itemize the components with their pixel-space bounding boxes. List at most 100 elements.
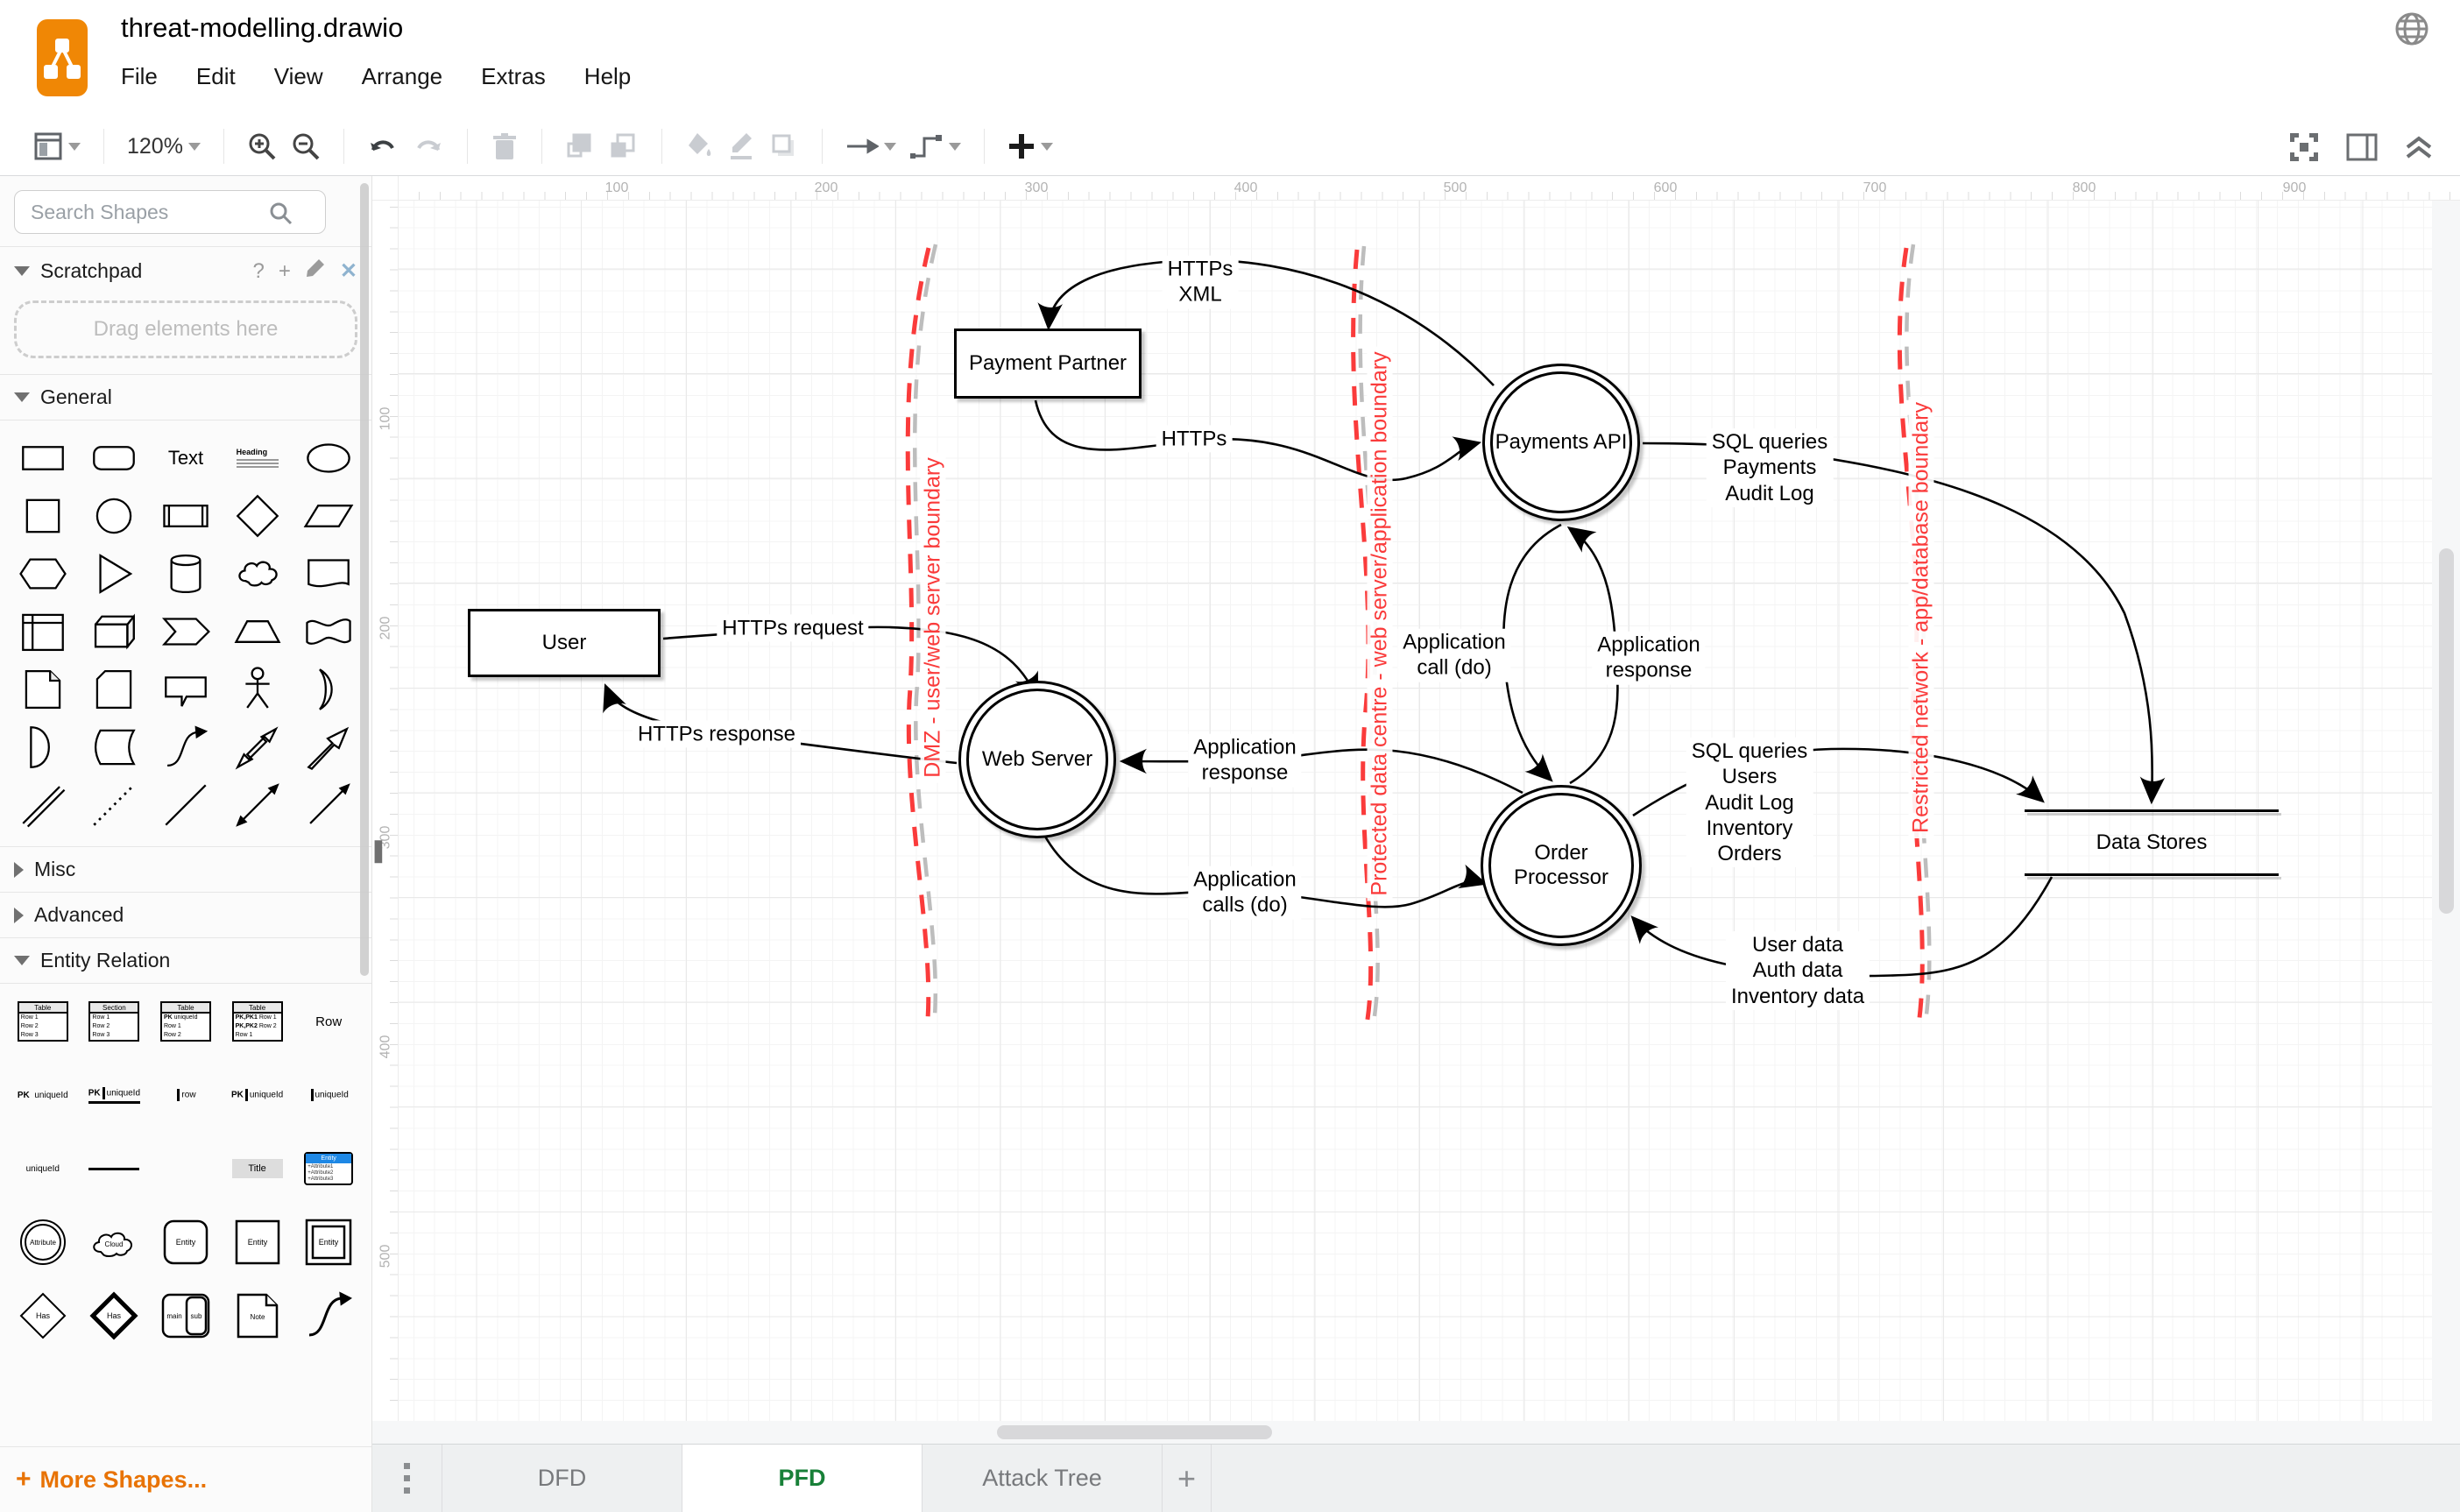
node-payments-api[interactable]: Payments API [1482,364,1640,521]
page-view-icon[interactable] [33,131,81,161]
shape-text[interactable]: Text [150,429,222,487]
scratchpad-header[interactable]: Scratchpad ? + ✕ [0,246,371,295]
node-payment-partner[interactable]: Payment Partner [954,329,1142,399]
shape-er-uniqueid[interactable]: uniqueId [7,1141,79,1196]
shape-er-has[interactable]: Has [7,1289,79,1343]
redo-icon[interactable] [413,132,444,160]
shape-er-entity-rounded[interactable]: Entity [150,1215,222,1269]
tab-dfd[interactable]: DFD [442,1445,682,1512]
shape-note[interactable] [7,661,79,718]
zoom-level-dropdown[interactable]: 120% [127,134,201,159]
shape-er-entity-list[interactable]: Entity+Attribute1+Attribute2+Attribute3 [293,1141,364,1196]
shape-er-has-bold[interactable]: Has [79,1289,151,1343]
scratchpad-add-icon[interactable]: + [279,259,291,284]
edge-label-sql-payments[interactable]: SQL queries Payments Audit Log [1707,428,1834,507]
shape-parallelogram[interactable] [293,487,364,545]
insert-icon[interactable] [1007,132,1053,160]
boundary-label-restricted[interactable]: Restricted network - app/database bounda… [1909,397,1934,838]
shape-er-table-pk[interactable]: TablePK uniqueIdRow 1Row 2 [150,994,222,1049]
sidebar-collapse-handle[interactable]: ❚ [369,835,378,865]
shape-er-entity-square[interactable]: Entity [222,1215,293,1269]
shape-hexagon[interactable] [7,545,79,603]
shape-er-pk-uniqueid[interactable]: PK uniqueId [7,1068,79,1122]
shape-directional-connector[interactable] [293,776,364,834]
format-panel-icon[interactable] [2346,133,2378,161]
shape-er-main-sub[interactable]: mainsub [150,1289,222,1343]
delete-icon[interactable] [491,131,519,161]
edge-application-call-do[interactable] [1503,525,1561,779]
shape-er-title[interactable]: Title [222,1141,293,1196]
horizontal-scrollbar[interactable] [372,1421,2460,1444]
shape-er-entity-double[interactable]: Entity [293,1215,364,1269]
menu-view[interactable]: View [274,63,323,90]
menu-help[interactable]: Help [584,63,631,90]
tab-attack-tree[interactable]: Attack Tree [922,1445,1163,1512]
boundary-label-protected[interactable]: Protected data centre - web server/appli… [1368,346,1393,901]
shape-tape[interactable] [293,603,364,661]
shape-process[interactable] [150,487,222,545]
shape-er-note[interactable]: Note [222,1289,293,1343]
edge-label-user-data[interactable]: User data Auth data Inventory data [1726,931,1870,1010]
node-user[interactable]: User [468,609,661,677]
shape-data-storage[interactable] [79,718,151,776]
shape-square[interactable] [7,487,79,545]
shape-rectangle[interactable] [7,429,79,487]
shape-cloud[interactable] [222,545,293,603]
shape-ellipse[interactable] [293,429,364,487]
shape-dotted-line[interactable] [79,776,151,834]
shape-er-section[interactable]: SectionRow 1Row 2Row 3 [79,994,151,1049]
zoom-in-icon[interactable] [247,131,277,161]
shape-rounded-rectangle[interactable] [79,429,151,487]
section-misc[interactable]: Misc [0,846,371,892]
menu-edit[interactable]: Edit [196,63,236,90]
scratchpad-close-icon[interactable]: ✕ [340,258,357,284]
shape-curve[interactable] [150,718,222,776]
scratchpad-dropzone[interactable]: Drag elements here [14,300,357,358]
edge-label-application-response-2[interactable]: Application response [1592,632,1705,685]
shape-step[interactable] [150,603,222,661]
edge-label-application-call[interactable]: Application call (do) [1397,629,1510,682]
vertical-scrollbar[interactable] [2432,201,2460,1421]
connection-style-icon[interactable] [845,135,896,158]
menu-extras[interactable]: Extras [481,63,546,90]
to-back-icon[interactable] [609,131,639,161]
shape-bidirectional-connector[interactable] [222,776,293,834]
shape-bidirectional-arrow[interactable] [222,718,293,776]
menu-file[interactable]: File [121,63,158,90]
pages-menu-button[interactable] [372,1445,442,1512]
sidebar-scrollbar[interactable] [360,183,369,976]
edge-https[interactable] [1036,400,1477,480]
horizontal-scrollbar-thumb[interactable] [997,1425,1272,1439]
shape-link[interactable] [7,776,79,834]
shape-diamond[interactable] [222,487,293,545]
shape-er-pk-uniqueid-bar[interactable]: PKuniqueId [222,1068,293,1122]
section-general[interactable]: General [0,374,371,420]
more-shapes-button[interactable]: + More Shapes... [0,1446,371,1512]
shape-callout[interactable] [150,661,222,718]
menu-arrange[interactable]: Arrange [362,63,443,90]
shape-card[interactable] [79,661,151,718]
shape-triangle[interactable] [79,545,151,603]
node-order-processor[interactable]: Order Processor [1481,785,1642,946]
edge-label-sql-users[interactable]: SQL queries Users Audit Log Inventory Or… [1686,738,1813,867]
shape-line[interactable] [150,776,222,834]
add-page-button[interactable]: + [1163,1445,1212,1512]
fullscreen-icon[interactable] [2288,131,2320,163]
line-color-icon[interactable] [727,131,755,161]
globe-icon[interactable] [2393,11,2430,47]
tab-pfd[interactable]: PFD [682,1445,922,1512]
shape-er-row[interactable]: Row [293,994,364,1049]
section-entity-relation[interactable]: Entity Relation [0,937,371,983]
search-icon[interactable] [268,201,293,230]
shape-textbox[interactable]: Heading [222,429,293,487]
shape-arrow[interactable] [293,718,364,776]
shape-er-pk-uniqueid-divided[interactable]: PKuniqueId [79,1068,151,1122]
waypoints-icon[interactable] [910,131,961,161]
boundary-label-dmz[interactable]: DMZ - user/web server boundary [921,452,946,782]
edge-label-application-calls[interactable]: Application calls (do) [1188,866,1301,920]
shape-er-row-item[interactable]: row [150,1068,222,1122]
shape-and[interactable] [7,718,79,776]
shape-trapezoid[interactable] [222,603,293,661]
edge-label-https-response[interactable]: HTTPs response [633,720,801,747]
collapse-icon[interactable] [2404,133,2434,161]
